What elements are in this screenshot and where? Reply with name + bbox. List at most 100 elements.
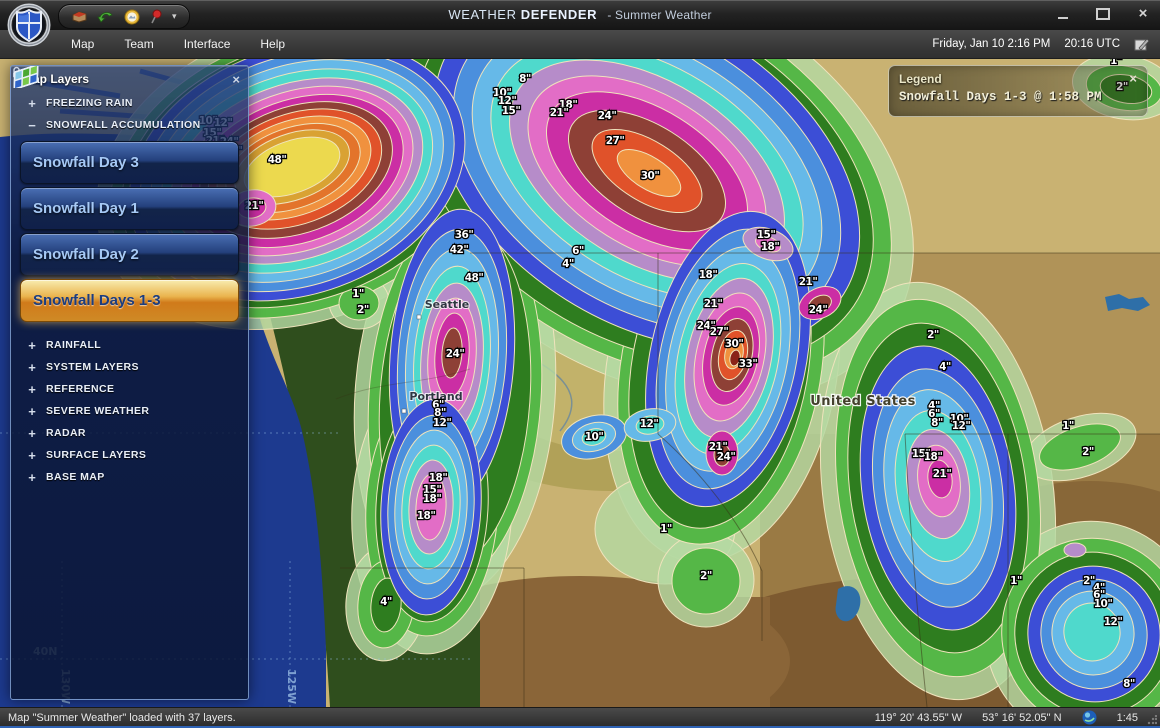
- layer-button-snowfall-days-1-3[interactable]: Snowfall Days 1-3: [13, 66, 239, 322]
- snow-label: 1": [660, 523, 672, 535]
- expand-toggle-icon[interactable]: −: [27, 118, 37, 133]
- snow-label: 27": [606, 135, 625, 147]
- statusbar: Map "Summer Weather" loaded with 37 laye…: [0, 707, 1160, 726]
- snow-label: 18": [761, 241, 780, 253]
- panel-title: Map Layers: [23, 72, 90, 86]
- app-window: WEATHER DEFENDER - Summer Weather ▾ × Ma…: [0, 0, 1160, 728]
- snow-label: 2": [700, 570, 712, 582]
- snow-label: 42": [450, 244, 469, 256]
- menu-items: Map Team Interface Help: [56, 30, 300, 58]
- snow-label: 18": [423, 493, 442, 505]
- snow-label: 24": [446, 348, 465, 360]
- snow-label: 12": [1104, 616, 1123, 628]
- snow-label: 33": [739, 358, 758, 370]
- layer-button-snowfall-day-2[interactable]: Snowfall Day 2: [13, 66, 239, 276]
- snow-label: 8": [519, 73, 531, 85]
- map-name-suffix: - Summer Weather: [607, 8, 712, 22]
- expand-toggle-icon[interactable]: +: [27, 360, 37, 375]
- panel-close-icon[interactable]: ×: [232, 72, 240, 87]
- edit-note-icon[interactable]: [1134, 37, 1150, 51]
- toolbar-caret-icon[interactable]: ▾: [172, 11, 177, 22]
- snow-label: 36": [455, 229, 474, 241]
- snow-label: 4": [380, 596, 392, 608]
- snow-label: 24": [598, 110, 617, 122]
- snow-label: 1": [1010, 575, 1022, 587]
- resize-grip[interactable]: [1147, 715, 1157, 725]
- globe-status-icon: [1082, 710, 1097, 725]
- layer-group-system-layers[interactable]: + SYSTEM LAYERS: [11, 356, 248, 378]
- expand-toggle-icon[interactable]: +: [27, 404, 37, 419]
- snow-label: 27": [710, 326, 729, 338]
- close-button[interactable]: ×: [1134, 6, 1152, 21]
- snow-label: 8": [1123, 678, 1135, 690]
- snow-label: 21": [799, 276, 818, 288]
- snow-label: 21": [704, 298, 723, 310]
- snow-label: 2": [927, 329, 939, 341]
- layer-button-snowfall-day-1[interactable]: Snowfall Day 1: [13, 66, 239, 230]
- open-map-icon[interactable]: [71, 9, 88, 24]
- cursor-longitude: 119° 20' 43.55" W: [874, 711, 963, 724]
- legend-title: Legend: [899, 71, 942, 86]
- quick-access-toolbar: ▾: [58, 4, 190, 29]
- expand-toggle-icon[interactable]: +: [27, 382, 37, 397]
- menu-item-help[interactable]: Help: [245, 30, 300, 58]
- snow-label: 15": [757, 229, 776, 241]
- snow-label: 18": [699, 269, 718, 281]
- snow-label: 30": [641, 170, 660, 182]
- legend-panel: Legend × Snowfall Days 1-3 @ 1:58 PM: [888, 65, 1148, 117]
- maximize-button[interactable]: [1094, 7, 1112, 21]
- undo-icon[interactable]: [97, 9, 115, 24]
- snow-label: 21": [550, 107, 569, 119]
- expand-toggle-icon[interactable]: +: [27, 470, 37, 485]
- expand-toggle-icon[interactable]: +: [27, 338, 37, 353]
- pushpin-icon[interactable]: [149, 9, 163, 25]
- snow-label: 12": [952, 420, 971, 432]
- menu-item-map[interactable]: Map: [56, 30, 109, 58]
- snowfall-layer-buttons: Snowfall Day 3 Snowfall Day 1 Snowfall Day…: [11, 66, 248, 322]
- layer-group-base-map[interactable]: + BASE MAP: [11, 466, 248, 488]
- expand-toggle-icon[interactable]: +: [27, 96, 37, 111]
- layer-group-surface-layers[interactable]: + SURFACE LAYERS: [11, 444, 248, 466]
- utc-time: 20:16 UTC: [1064, 38, 1120, 50]
- snow-label: 21": [933, 468, 952, 480]
- country-label: United States: [810, 394, 915, 409]
- snow-label: 48": [268, 154, 287, 166]
- layer-groups-bottom: + RAINFALL + SYSTEM LAYERS + REFERENCE + SEVERE…: [11, 334, 248, 488]
- layer-group-freezing-rain[interactable]: + FREEZING RAIN: [11, 92, 248, 114]
- layer-group-snowfall-accumulation[interactable]: − SNOWFALL ACCUMULATION: [11, 114, 248, 136]
- layer-group-radar[interactable]: + RADAR: [11, 422, 248, 444]
- city-marker: [401, 408, 407, 414]
- globe-badge-icon[interactable]: [124, 9, 140, 25]
- snow-label: 2": [357, 304, 369, 316]
- brand-weather: WEATHER: [448, 7, 517, 22]
- status-clock: 1:45: [1116, 711, 1138, 724]
- legend-entry: Snowfall Days 1-3 @ 1:58 PM: [899, 90, 1102, 104]
- status-message: Map "Summer Weather" loaded with 37 laye…: [8, 711, 236, 724]
- layer-group-rainfall[interactable]: + RAINFALL: [11, 334, 248, 356]
- graticule-label: 125W: [285, 669, 298, 704]
- snow-label: 30": [725, 338, 744, 350]
- snow-label: 8": [931, 417, 943, 429]
- snow-label: 48": [465, 272, 484, 284]
- menu-item-interface[interactable]: Interface: [169, 30, 246, 58]
- snow-label: 4": [939, 361, 951, 373]
- titlebar: WEATHER DEFENDER - Summer Weather ▾ ×: [0, 0, 1160, 30]
- snow-label: 18": [429, 472, 448, 484]
- expand-toggle-icon[interactable]: +: [27, 426, 37, 441]
- map-canvas[interactable]: 40N130W125W SeattlePortlandUnited States…: [0, 59, 1160, 707]
- snow-label: 12": [433, 417, 452, 429]
- layer-group-severe-weather[interactable]: + SEVERE WEATHER: [11, 400, 248, 422]
- legend-close-icon[interactable]: ×: [1129, 71, 1137, 86]
- expand-toggle-icon[interactable]: +: [27, 448, 37, 463]
- cursor-latitude: 53° 16' 52.05" N: [982, 711, 1062, 724]
- minimize-button[interactable]: [1054, 7, 1072, 21]
- layer-group-reference[interactable]: + REFERENCE: [11, 378, 248, 400]
- layer-button-snowfall-day-3[interactable]: Snowfall Day 3: [13, 66, 239, 184]
- local-datetime: Friday, Jan 10 2:16 PM: [932, 38, 1051, 50]
- menu-item-team[interactable]: Team: [109, 30, 168, 58]
- snow-label: 24": [809, 304, 828, 316]
- app-logo: [7, 3, 51, 47]
- city-marker: [416, 314, 422, 320]
- snow-label: 18": [417, 510, 436, 522]
- snow-label: 1": [352, 288, 364, 300]
